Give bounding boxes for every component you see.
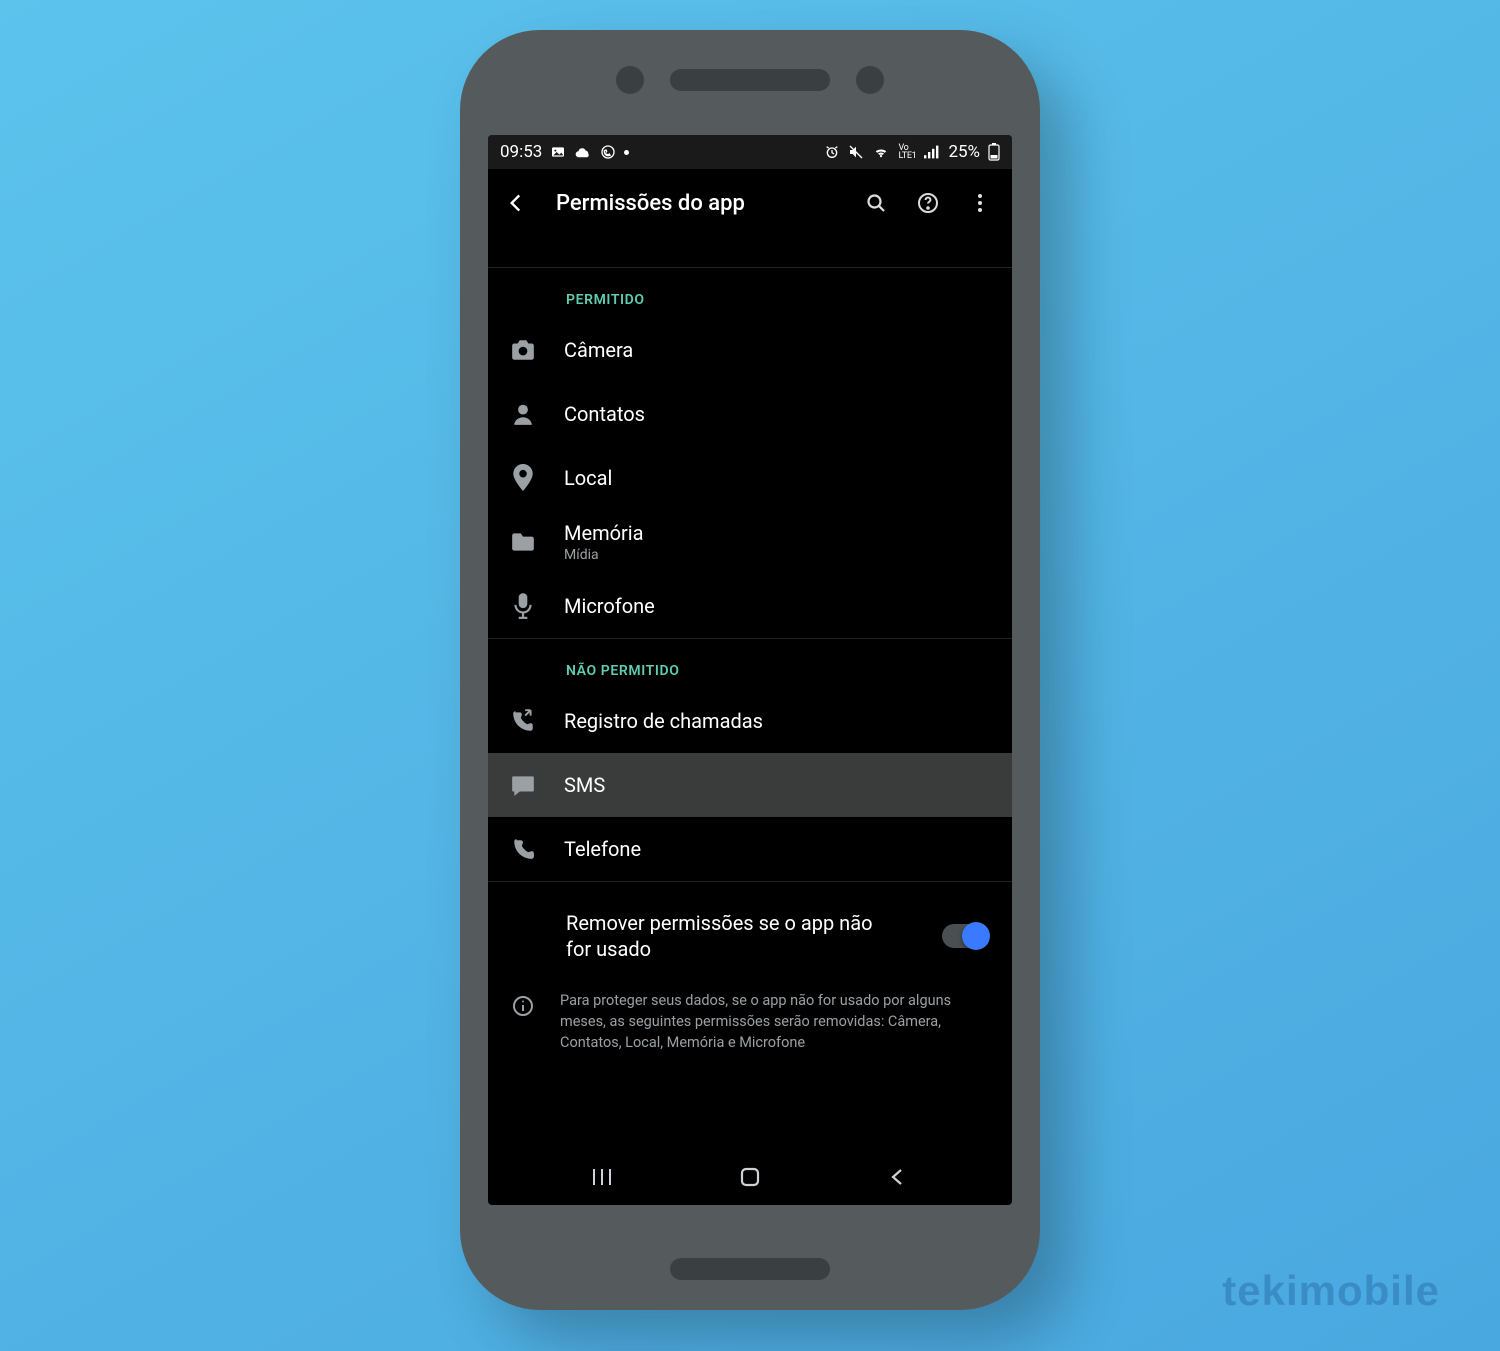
help-icon <box>916 191 940 215</box>
whatsapp-icon <box>600 144 616 160</box>
permission-label: Câmera <box>564 338 633 362</box>
toggle-switch[interactable] <box>942 924 988 948</box>
chevron-left-icon <box>503 190 529 216</box>
battery-icon <box>988 143 1000 161</box>
permission-row-calllog[interactable]: Registro de chamadas <box>488 689 1012 753</box>
permission-label: Microfone <box>564 594 655 618</box>
more-button[interactable] <box>956 179 1004 227</box>
nav-home-button[interactable] <box>730 1165 770 1189</box>
home-icon <box>738 1165 762 1189</box>
search-button[interactable] <box>852 179 900 227</box>
more-vert-icon <box>968 191 992 215</box>
image-icon <box>550 144 566 160</box>
location-icon <box>512 464 534 492</box>
microphone-icon <box>513 592 533 620</box>
remove-permissions-toggle-row[interactable]: Remover permissões se o app não for usad… <box>488 882 1012 970</box>
permission-row-microphone[interactable]: Microfone <box>488 574 1012 638</box>
help-button[interactable] <box>904 179 952 227</box>
dot-indicator <box>624 150 629 155</box>
screen: 09:53 VoLTE1 25% Permissões do app <box>488 135 1012 1205</box>
navigation-bar <box>488 1149 1012 1205</box>
info-text: Para proteger seus dados, se o app não f… <box>560 990 992 1053</box>
alarm-icon <box>824 144 840 160</box>
storage-icon <box>510 531 536 553</box>
permission-label: SMS <box>564 773 605 797</box>
permission-row-phone[interactable]: Telefone <box>488 817 1012 881</box>
page-title: Permissões do app <box>556 191 848 216</box>
permission-label: Memória <box>564 521 644 545</box>
watermark: tekimobile <box>1222 1267 1440 1315</box>
recents-icon <box>590 1167 614 1187</box>
wifi-icon <box>872 145 890 159</box>
info-row: Para proteger seus dados, se o app não f… <box>488 970 1012 1063</box>
section-denied-label: NÃO PERMITIDO <box>488 639 1012 689</box>
cloud-icon <box>574 145 592 159</box>
search-icon <box>864 191 888 215</box>
contacts-icon <box>512 402 534 426</box>
camera-icon <box>510 339 536 361</box>
battery-percentage: 25% <box>948 142 980 162</box>
status-bar: 09:53 VoLTE1 25% <box>488 135 1012 169</box>
phone-icon <box>511 837 535 861</box>
toggle-label: Remover permissões se o app não for usad… <box>566 910 886 962</box>
permission-label: Registro de chamadas <box>564 709 763 733</box>
permission-label: Contatos <box>564 402 645 426</box>
permission-row-sms[interactable]: SMS <box>488 753 1012 817</box>
permission-row-camera[interactable]: Câmera <box>488 318 1012 382</box>
back-button[interactable] <box>492 179 540 227</box>
section-allowed-label: PERMITIDO <box>488 268 1012 318</box>
status-time: 09:53 <box>500 142 542 162</box>
sms-icon <box>510 773 536 797</box>
signal-icon <box>924 145 940 159</box>
info-icon <box>511 994 535 1018</box>
content-area: PERMITIDO Câmera Contatos Local Memória <box>488 237 1012 1149</box>
permission-sublabel: Mídia <box>564 547 644 563</box>
phone-frame: 09:53 VoLTE1 25% Permissões do app <box>460 30 1040 1310</box>
nav-back-button[interactable] <box>878 1167 918 1187</box>
volte-indicator: VoLTE1 <box>898 144 916 160</box>
back-nav-icon <box>888 1167 908 1187</box>
mute-icon <box>848 144 864 160</box>
permission-label: Local <box>564 466 612 490</box>
app-bar: Permissões do app <box>488 169 1012 237</box>
permission-row-storage[interactable]: Memória Mídia <box>488 510 1012 574</box>
calllog-icon <box>510 709 536 733</box>
permission-label: Telefone <box>564 837 641 861</box>
phone-top-hardware <box>460 66 1040 94</box>
phone-bottom-hardware <box>670 1258 830 1280</box>
nav-recents-button[interactable] <box>582 1167 622 1187</box>
permission-row-contacts[interactable]: Contatos <box>488 382 1012 446</box>
permission-row-location[interactable]: Local <box>488 446 1012 510</box>
